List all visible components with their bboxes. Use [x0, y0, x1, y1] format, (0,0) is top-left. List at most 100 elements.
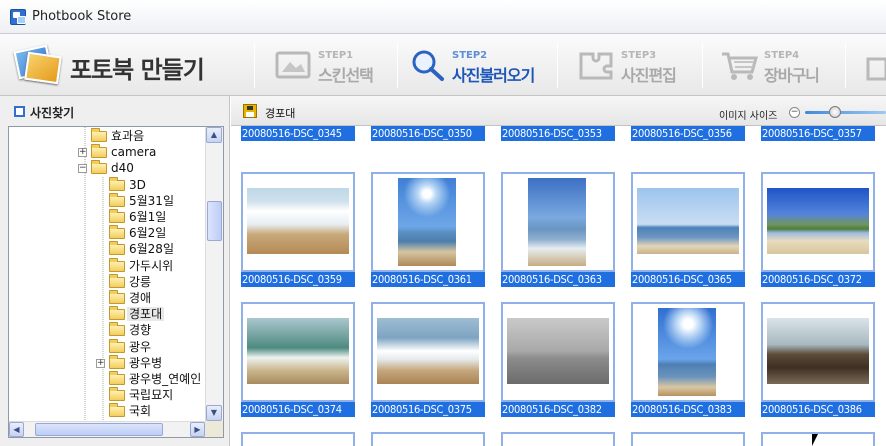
folder-icon: [109, 273, 125, 288]
folder-icon: [109, 371, 125, 385]
folder-icon: [109, 387, 125, 402]
collapse-node-icon[interactable]: −: [78, 164, 87, 174]
scroll-left-button[interactable]: ◀: [9, 422, 24, 437]
vertical-scroll-thumb[interactable]: [207, 201, 222, 241]
logo-text: 포토북 만들기: [70, 56, 205, 84]
scroll-right-button[interactable]: ▶: [190, 422, 205, 437]
photo-frame: [241, 302, 355, 402]
zoom-out-icon[interactable]: −: [789, 107, 800, 118]
tree-folder-label: 가두시위: [129, 258, 174, 273]
current-folder-label: 경포대: [265, 107, 296, 120]
folder-tree[interactable]: 효과음 camera + d40 − 3D 5월31일 6월1일 6월2일 6월28일 가두시위 강릉…: [8, 126, 224, 438]
photo-caption: 20080516-DSC_0375: [371, 402, 485, 417]
photo-caption: 20080516-DSC_0386: [761, 402, 875, 417]
tree-horizontal-scrollbar[interactable]: ◀ ▶: [9, 421, 205, 437]
mouse-cursor-icon: [812, 434, 818, 446]
photo-caption: 20080516-DSC_0365: [631, 272, 745, 287]
photo-caption: 20080516-DSC_0382: [501, 402, 615, 417]
photo-caption: 20080516-DSC_0359: [241, 272, 355, 287]
horizontal-scroll-thumb[interactable]: [35, 423, 163, 436]
step2-load-photos-button[interactable]: STEP2 사진불러오기: [408, 42, 558, 90]
photo-image: [247, 318, 349, 384]
photo-caption: 20080516-DSC_0363: [501, 272, 615, 287]
folder-icon: [109, 322, 125, 337]
photo-image: [507, 318, 609, 384]
step1-number: STEP1: [318, 50, 354, 61]
photobook-logo-icon: [10, 44, 64, 86]
photo-frame: [501, 302, 615, 402]
image-size-label: 이미지 사이즈: [719, 111, 778, 122]
app-icon: [10, 9, 26, 25]
tree-folder-label: 경향: [129, 323, 152, 338]
scroll-up-button[interactable]: ▲: [206, 127, 222, 143]
photo-thumbnail-partial[interactable]: [631, 432, 745, 446]
photo-frame: [631, 302, 745, 402]
photo-image: [528, 178, 586, 266]
step2-label: 사진불러오기: [452, 66, 535, 85]
tree-folder-label: 광우병_연예인: [129, 372, 202, 386]
step4-cart-button[interactable]: STEP4 장바구니: [720, 42, 840, 90]
folder-icon: [109, 176, 125, 191]
cart-icon: [722, 52, 758, 80]
tree-folder-label: 3D: [129, 177, 146, 192]
photo-caption: 20080516-DSC_0356: [631, 126, 745, 141]
photo-image: [767, 188, 869, 254]
photo-thumbnail-partial[interactable]: [241, 432, 355, 446]
photo-thumbnail-partial[interactable]: [761, 432, 875, 446]
folder-icon: [109, 225, 125, 240]
folder-icon: [109, 290, 125, 304]
folder-icon: [91, 128, 107, 142]
photo-caption: 20080516-DSC_0357: [761, 126, 875, 141]
skin-frame-icon: [275, 51, 311, 79]
folder-icon: [109, 354, 125, 369]
photo-image: [767, 318, 869, 384]
tree-folder-label: 강릉: [129, 274, 152, 289]
folder-icon: [91, 144, 107, 159]
tree-folder-label: d40: [111, 161, 134, 176]
step4-number: STEP4: [764, 50, 800, 61]
step1-skin-select-button[interactable]: STEP1 스킨선택: [274, 42, 394, 90]
photo-frame: [761, 302, 875, 402]
step1-label: 스킨선택: [318, 66, 374, 85]
next-step-icon[interactable]: [866, 56, 886, 82]
step3-edit-photos-button[interactable]: STEP3 사진편집: [577, 42, 697, 90]
step-separator: [254, 42, 255, 88]
photo-thumbnail-partial[interactable]: [371, 432, 485, 446]
photo-caption: 20080516-DSC_0372: [761, 272, 875, 287]
step-toolbar: 포토북 만들기 STEP1 스킨선택 STEP2 사진불러오기 STEP3 사진…: [0, 34, 886, 96]
image-size-slider[interactable]: [805, 111, 886, 114]
folder-icon: [109, 209, 125, 223]
photo-image: [247, 188, 349, 254]
title-bar: Photbook Store: [0, 0, 886, 34]
folder-icon: [109, 241, 125, 256]
step4-label: 장바구니: [764, 66, 820, 85]
photo-frame: [241, 172, 355, 272]
folder-icon: [109, 338, 125, 353]
photo-caption: 20080516-DSC_0353: [501, 126, 615, 141]
step-separator: [397, 42, 398, 88]
photo-thumbnail-partial[interactable]: [501, 432, 615, 446]
photo-image: [637, 188, 739, 254]
step3-number: STEP3: [621, 50, 657, 61]
step-separator: [845, 42, 846, 88]
scroll-down-button[interactable]: ▼: [206, 405, 222, 421]
photo-frame: [761, 172, 875, 272]
tree-folder-label: 경포대: [127, 307, 165, 322]
tree-folder-label: 국립묘지: [129, 388, 174, 403]
photo-frame: [371, 172, 485, 272]
folder-browser-panel: 사진찾기 효과음 camera + d40 − 3D 5월31일 6월1일 6월2일 6월28일 가…: [0, 96, 230, 446]
photo-search-title: 사진찾기: [30, 106, 75, 120]
expand-node-icon[interactable]: +: [96, 358, 105, 368]
expand-node-icon[interactable]: +: [78, 148, 87, 158]
tree-vertical-scrollbar[interactable]: ▲ ▼: [205, 127, 223, 421]
scrollbar-corner: [205, 421, 223, 437]
tree-folder-label: 6월2일: [129, 226, 167, 241]
tree-folder-label: camera: [111, 145, 157, 160]
photo-search-header: 사진찾기: [8, 102, 224, 120]
save-folder-icon: [243, 104, 257, 118]
tree-folder-label: 국회: [129, 404, 152, 419]
photo-caption: 20080516-DSC_0345: [241, 126, 355, 141]
photo-frame: [631, 172, 745, 272]
photo-grid-header: 경포대 이미지 사이즈 −: [231, 96, 886, 126]
image-size-slider-knob[interactable]: [829, 106, 841, 118]
